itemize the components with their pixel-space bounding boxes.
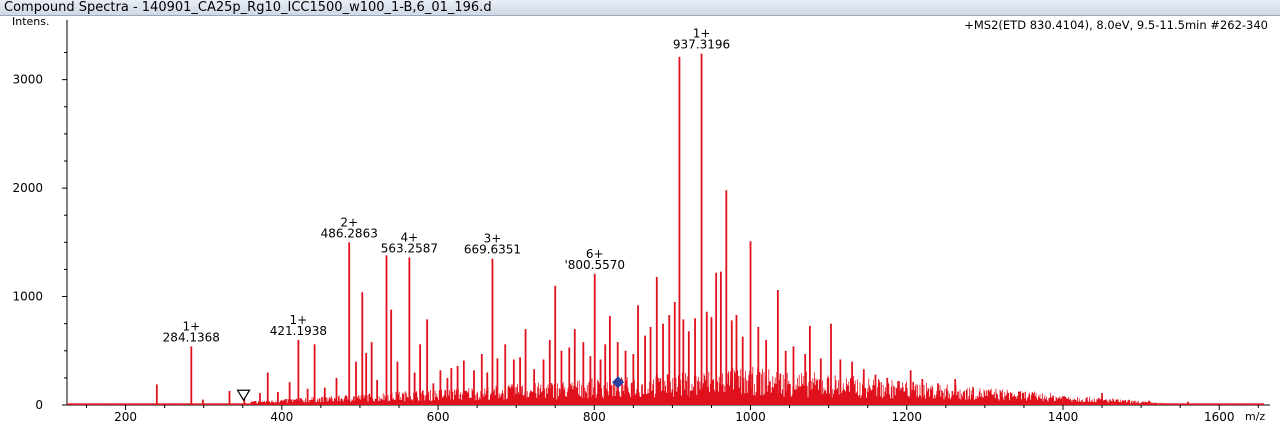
spectrum-chart: 200 400 600 800 1000 1200 1400 1600 0 1000 2000 300… xyxy=(12,16,1270,424)
x-tick-label: 1400 xyxy=(1048,410,1079,424)
peak-mz-label: 669.6351 xyxy=(464,243,521,257)
x-tick-label: 200 xyxy=(114,410,137,424)
x-tick-label: 1600 xyxy=(1204,410,1235,424)
noise-envelope xyxy=(67,366,1265,405)
peak-mz-label: 421.1938 xyxy=(270,324,327,338)
x-tick-label: 1000 xyxy=(735,410,766,424)
peak-mz-label: '800.5570 xyxy=(564,258,625,272)
scan-info: +MS2(ETD 830.4104), 8.0eV, 9.5-11.5min #… xyxy=(964,18,1268,32)
peak-mz-label: 937.3196 xyxy=(673,38,730,52)
peak-mz-label: 486.2863 xyxy=(321,226,378,240)
x-tick-label: 600 xyxy=(427,410,450,424)
window-title: Compound Spectra - 140901_CA25p_Rg10_ICC… xyxy=(4,0,492,15)
x-tick-label: 400 xyxy=(270,410,293,424)
peak-mz-label: 563.2587 xyxy=(381,242,438,256)
window-title-bar: Compound Spectra - 140901_CA25p_Rg10_ICC… xyxy=(0,0,1280,16)
y-tick-label: 1000 xyxy=(12,290,43,304)
y-tick-label: 2000 xyxy=(12,181,43,195)
axes: 200 400 600 800 1000 1200 1400 1600 0 1000 2000 300… xyxy=(12,20,1270,424)
triangle-marker xyxy=(236,389,251,402)
x-tick-label: 1200 xyxy=(891,410,922,424)
peak-mz-label: 284.1368 xyxy=(163,330,220,344)
y-axis-label: Intens. xyxy=(12,16,50,28)
peak-annotations: 1+284.13681+421.19382+486.2863 4+563.2587… xyxy=(163,27,731,345)
y-tick-label: 3000 xyxy=(12,73,43,87)
x-tick-label: 800 xyxy=(583,410,606,424)
spectrum-series xyxy=(67,53,1265,405)
y-tick-label: 0 xyxy=(35,398,43,412)
x-axis-label: m/z xyxy=(1245,410,1265,423)
